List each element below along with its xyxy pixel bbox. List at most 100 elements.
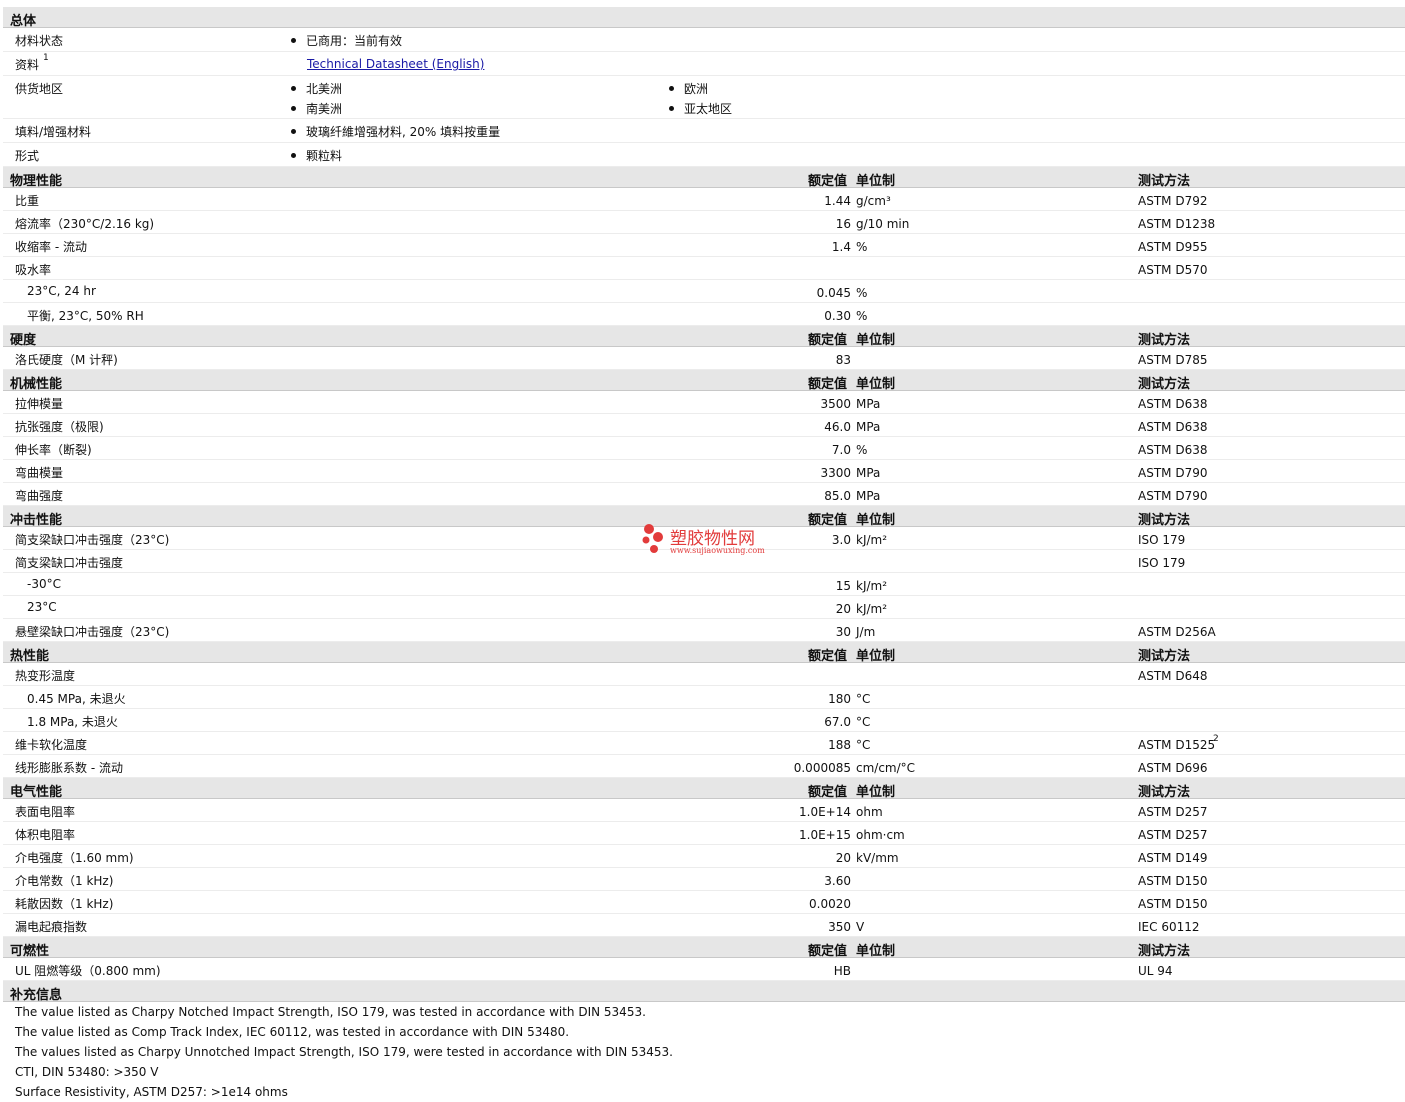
property-label: 抗张强度（极限): [15, 420, 104, 434]
section-title: 补充信息: [10, 988, 63, 1003]
property-label: 洛氏硬度（M 计秤): [15, 353, 118, 367]
bullet-icon: [291, 86, 296, 91]
property-value: HB: [833, 964, 851, 978]
property-unit: kV/mm: [856, 851, 899, 865]
row-label: 材料状态: [15, 34, 64, 48]
property-row: 0.45 MPa, 未退火 180 °C: [3, 686, 1405, 709]
property-value: 1.0E+14: [799, 805, 851, 819]
property-row: 体积电阻率 1.0E+15 ohm·cm ASTM D257: [3, 822, 1405, 845]
test-method: ASTM D150: [1138, 897, 1208, 911]
property-unit: g/10 min: [856, 217, 910, 231]
property-value: 15: [835, 579, 851, 593]
property-unit: °C: [856, 715, 871, 729]
property-label: 平衡, 23°C, 50% RH: [27, 309, 144, 323]
test-method: ASTM D785: [1138, 353, 1208, 367]
property-value: 188: [828, 738, 851, 752]
note-line: CTI, DIN 53480: >350 V: [3, 1062, 1405, 1082]
property-label: 收缩率 - 流动: [15, 240, 87, 254]
test-method: ASTM D150: [1138, 874, 1208, 888]
note-text: The values listed as Charpy Unnotched Im…: [15, 1045, 673, 1059]
property-row: 伸长率（断裂) 7.0% ASTM D638: [3, 437, 1405, 460]
header-method: 测试方法: [1138, 174, 1191, 189]
property-value: 46.0: [824, 420, 851, 434]
property-value: 7.0: [831, 443, 851, 457]
section-header-supplement: 补充信息: [3, 981, 1405, 1003]
bullet-item: 南美洲: [291, 100, 342, 117]
property-unit: %: [856, 443, 868, 457]
property-row: 熔流率（230°C/2.16 kg) 16 g/10 min ASTM D1238: [3, 211, 1405, 234]
section-title: 可燃性: [10, 944, 50, 959]
property-row: 维卡软化温度 188 °C ASTM D1525 2: [3, 732, 1405, 755]
bullet-icon: [669, 86, 674, 91]
property-unit: ohm·cm: [856, 828, 905, 842]
test-method: IEC 60112: [1138, 920, 1200, 934]
section-header: 物理性能 额定值 单位制 测试方法: [3, 167, 1405, 189]
property-label: 简支梁缺口冲击强度: [15, 556, 124, 570]
property-unit: %: [856, 240, 868, 254]
test-method: ASTM D257: [1138, 805, 1208, 819]
bullet-icon: [291, 106, 296, 111]
property-value: 20: [835, 602, 851, 616]
note-text: Surface Resistivity, ASTM D257: >1e14 oh…: [15, 1085, 288, 1099]
property-unit: °C: [856, 738, 871, 752]
header-method: 测试方法: [1138, 649, 1191, 664]
property-unit: %: [856, 286, 868, 300]
header-value: 额定值: [808, 174, 848, 189]
section-title: 电气性能: [10, 785, 63, 800]
property-row: 表面电阻率 1.0E+14 ohm ASTM D257: [3, 799, 1405, 822]
property-value: 3300: [820, 466, 851, 480]
property-row: 比重 1.44 g/cm³ ASTM D792: [3, 188, 1405, 211]
technical-datasheet-link[interactable]: Technical Datasheet (English): [307, 57, 484, 71]
bullet-text: 亚太地区: [684, 102, 733, 116]
section-header-general: 总体: [3, 7, 1405, 29]
property-label: 伸长率（断裂): [15, 443, 92, 457]
property-row: 吸水率 ASTM D570: [3, 257, 1405, 280]
property-row: 23°C, 24 hr 0.045%: [3, 280, 1405, 303]
test-method: ASTM D648: [1138, 669, 1208, 683]
property-value: 67.0: [824, 715, 851, 729]
footnote-ref: 1: [43, 53, 49, 63]
row-label: 填料/增强材料: [15, 125, 92, 139]
general-row: 材料状态 已商用：当前有效: [3, 28, 1405, 52]
note-line: Surface Resistivity, ASTM D257: >1e14 oh…: [3, 1082, 1405, 1102]
section-title: 总体: [10, 14, 37, 29]
bullet-text: 南美洲: [306, 102, 343, 116]
property-unit: kJ/m²: [856, 602, 888, 616]
test-method: ASTM D638: [1138, 443, 1208, 457]
property-value: 180: [828, 692, 851, 706]
row-label: 形式: [15, 149, 40, 163]
bullet-icon: [669, 106, 674, 111]
test-method: ASTM D790: [1138, 466, 1208, 480]
property-value: 1.4: [831, 240, 851, 254]
test-method: ASTM D257: [1138, 828, 1208, 842]
property-row: UL 阻燃等级（0.800 mm) HB UL 94: [3, 958, 1405, 981]
property-unit: kJ/m²: [856, 533, 888, 547]
property-value: 3.0: [831, 533, 851, 547]
header-unit: 单位制: [856, 649, 896, 664]
property-value: 85.0: [824, 489, 851, 503]
test-method: ASTM D1525: [1138, 738, 1216, 752]
property-label: 1.8 MPa, 未退火: [27, 715, 118, 729]
bullet-text: 已商用：当前有效: [306, 34, 403, 48]
property-row: 线形膨胀系数 - 流动 0.000085 cm/cm/°C ASTM D696: [3, 755, 1405, 778]
header-unit: 单位制: [856, 174, 896, 189]
property-label: 吸水率: [15, 263, 52, 277]
property-value: 0.30: [824, 309, 851, 323]
property-row: 23°C 20 kJ/m²: [3, 596, 1405, 619]
test-method: ASTM D1238: [1138, 217, 1216, 231]
general-row: 形式 颗粒料: [3, 143, 1405, 167]
section-title: 物理性能: [10, 174, 63, 189]
property-label: 拉伸模量: [15, 397, 64, 411]
property-row: 耗散因数（1 kHz) 0.0020 ASTM D150: [3, 891, 1405, 914]
test-method: ASTM D149: [1138, 851, 1208, 865]
header-unit: 单位制: [856, 333, 896, 348]
watermark-url: www.sujiaowuxing.com: [670, 546, 765, 555]
property-label: 23°C, 24 hr: [27, 284, 96, 298]
general-row: 填料/增强材料 玻璃纤維增强材料, 20% 填料按重量: [3, 119, 1405, 143]
property-label: 线形膨胀系数 - 流动: [15, 761, 123, 775]
header-value: 额定值: [808, 944, 848, 959]
property-value: 20: [835, 851, 851, 865]
property-label: 体积电阻率: [15, 828, 76, 842]
property-label: 热变形温度: [15, 669, 76, 683]
section-header: 可燃性 额定值 单位制 测试方法: [3, 937, 1405, 959]
